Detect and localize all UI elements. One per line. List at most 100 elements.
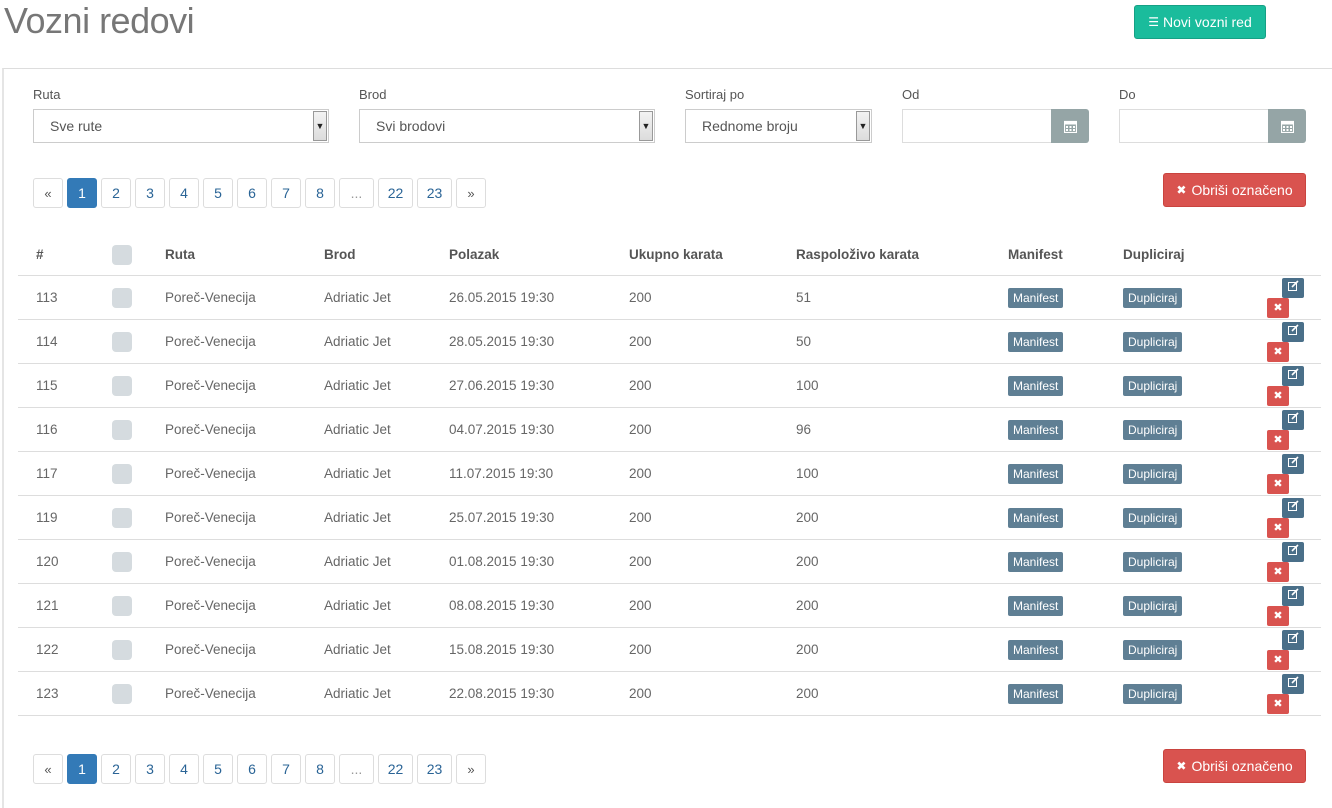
- duplicate-button[interactable]: Dupliciraj: [1123, 287, 1183, 308]
- pagination-page[interactable]: 1: [67, 178, 97, 208]
- delete-row-button[interactable]: ✖: [1267, 473, 1289, 494]
- pagination-prev[interactable]: «: [33, 754, 63, 784]
- row-ruta: Poreč-Venecija: [165, 363, 324, 408]
- row-checkbox[interactable]: [112, 683, 132, 704]
- manifest-button[interactable]: Manifest: [1008, 287, 1064, 308]
- calendar-icon: [1280, 120, 1294, 133]
- od-date-input[interactable]: [902, 109, 1052, 143]
- delete-row-button[interactable]: ✖: [1267, 341, 1289, 362]
- table-row: 123 Poreč-Venecija Adriatic Jet 22.08.2015 …: [18, 671, 1321, 716]
- table-row: 115 Poreč-Venecija Adriatic Jet 27.06.2015 …: [18, 363, 1321, 408]
- edit-button[interactable]: [1282, 673, 1304, 694]
- row-number: 117: [18, 451, 112, 496]
- pagination-page[interactable]: 4: [169, 754, 199, 784]
- pagination-page[interactable]: 3: [135, 178, 165, 208]
- row-checkbox[interactable]: [112, 639, 132, 660]
- manifest-button[interactable]: Manifest: [1008, 331, 1064, 352]
- row-checkbox[interactable]: [112, 551, 132, 572]
- manifest-button[interactable]: Manifest: [1008, 507, 1064, 528]
- do-date-input[interactable]: [1119, 109, 1269, 143]
- row-checkbox[interactable]: [112, 375, 132, 396]
- row-checkbox[interactable]: [112, 331, 132, 352]
- pagination-page[interactable]: 3: [135, 754, 165, 784]
- manifest-button[interactable]: Manifest: [1008, 595, 1064, 616]
- pagination-page[interactable]: 7: [271, 754, 301, 784]
- delete-row-button[interactable]: ✖: [1267, 385, 1289, 406]
- manifest-button[interactable]: Manifest: [1008, 639, 1064, 660]
- duplicate-button[interactable]: Dupliciraj: [1123, 375, 1183, 396]
- row-checkbox[interactable]: [112, 507, 132, 528]
- row-number: 120: [18, 539, 112, 584]
- pagination-page[interactable]: 1: [67, 754, 97, 784]
- delete-row-button[interactable]: ✖: [1267, 605, 1289, 626]
- pagination-page[interactable]: 2: [101, 754, 131, 784]
- edit-button[interactable]: [1282, 497, 1304, 518]
- manifest-button[interactable]: Manifest: [1008, 683, 1064, 704]
- delete-row-button[interactable]: ✖: [1267, 649, 1289, 670]
- duplicate-button[interactable]: Dupliciraj: [1123, 331, 1183, 352]
- pagination-page[interactable]: 23: [417, 178, 452, 208]
- sort-select[interactable]: Rednome broju ▼: [685, 109, 872, 143]
- row-checkbox[interactable]: [112, 595, 132, 616]
- row-ruta: Poreč-Venecija: [165, 671, 324, 716]
- manifest-button[interactable]: Manifest: [1008, 375, 1064, 396]
- brod-select[interactable]: Svi brodovi ▼: [359, 109, 655, 143]
- edit-button[interactable]: [1282, 629, 1304, 650]
- manifest-button[interactable]: Manifest: [1008, 551, 1064, 572]
- pagination-page[interactable]: 2: [101, 178, 131, 208]
- od-calendar-button[interactable]: [1051, 109, 1089, 143]
- delete-selected-button[interactable]: ✖ Obriši označeno: [1163, 173, 1306, 207]
- select-all-checkbox[interactable]: [112, 244, 132, 265]
- pagination-page[interactable]: 22: [378, 178, 413, 208]
- delete-selected-button[interactable]: ✖ Obriši označeno: [1163, 749, 1306, 783]
- delete-row-button[interactable]: ✖: [1267, 297, 1289, 318]
- pagination-page[interactable]: 8: [305, 754, 335, 784]
- delete-selected-label: Obriši označeno: [1191, 182, 1293, 198]
- row-duplicate-cell: Dupliciraj: [1123, 495, 1264, 540]
- pagination-next[interactable]: »: [456, 178, 486, 208]
- pagination-page[interactable]: 8: [305, 178, 335, 208]
- row-ukupno: 200: [629, 627, 796, 672]
- do-calendar-button[interactable]: [1268, 109, 1306, 143]
- duplicate-button[interactable]: Dupliciraj: [1123, 595, 1183, 616]
- duplicate-button[interactable]: Dupliciraj: [1123, 551, 1183, 572]
- duplicate-button[interactable]: Dupliciraj: [1123, 639, 1183, 660]
- ruta-select[interactable]: Sve rute ▼: [33, 109, 329, 143]
- pagination-page[interactable]: 7: [271, 178, 301, 208]
- duplicate-button[interactable]: Dupliciraj: [1123, 507, 1183, 528]
- edit-icon: [1287, 543, 1299, 555]
- pagination-page[interactable]: 6: [237, 754, 267, 784]
- pagination-page[interactable]: 6: [237, 178, 267, 208]
- pagination-prev[interactable]: «: [33, 178, 63, 208]
- row-manifest-cell: Manifest: [1008, 671, 1123, 716]
- row-checkbox[interactable]: [112, 419, 132, 440]
- edit-button[interactable]: [1282, 541, 1304, 562]
- page-title: Vozni redovi: [4, 0, 195, 41]
- edit-button[interactable]: [1282, 277, 1304, 298]
- row-ruta: Poreč-Venecija: [165, 583, 324, 628]
- edit-button[interactable]: [1282, 365, 1304, 386]
- pagination-page[interactable]: 4: [169, 178, 199, 208]
- pagination-page[interactable]: 22: [378, 754, 413, 784]
- pagination-page[interactable]: 5: [203, 178, 233, 208]
- pagination-page[interactable]: 5: [203, 754, 233, 784]
- delete-row-button[interactable]: ✖: [1267, 693, 1289, 714]
- manifest-button[interactable]: Manifest: [1008, 419, 1064, 440]
- pagination-next[interactable]: »: [456, 754, 486, 784]
- delete-row-button[interactable]: ✖: [1267, 517, 1289, 538]
- edit-button[interactable]: [1282, 409, 1304, 430]
- duplicate-button[interactable]: Dupliciraj: [1123, 419, 1183, 440]
- row-checkbox[interactable]: [112, 463, 132, 484]
- edit-button[interactable]: [1282, 585, 1304, 606]
- duplicate-button[interactable]: Dupliciraj: [1123, 463, 1183, 484]
- row-checkbox[interactable]: [112, 287, 132, 308]
- delete-row-button[interactable]: ✖: [1267, 561, 1289, 582]
- row-manifest-cell: Manifest: [1008, 583, 1123, 628]
- delete-row-button[interactable]: ✖: [1267, 429, 1289, 450]
- manifest-button[interactable]: Manifest: [1008, 463, 1064, 484]
- new-timetable-button[interactable]: ☰ Novi vozni red: [1134, 5, 1266, 39]
- duplicate-button[interactable]: Dupliciraj: [1123, 683, 1183, 704]
- edit-button[interactable]: [1282, 321, 1304, 342]
- edit-button[interactable]: [1282, 453, 1304, 474]
- pagination-page[interactable]: 23: [417, 754, 452, 784]
